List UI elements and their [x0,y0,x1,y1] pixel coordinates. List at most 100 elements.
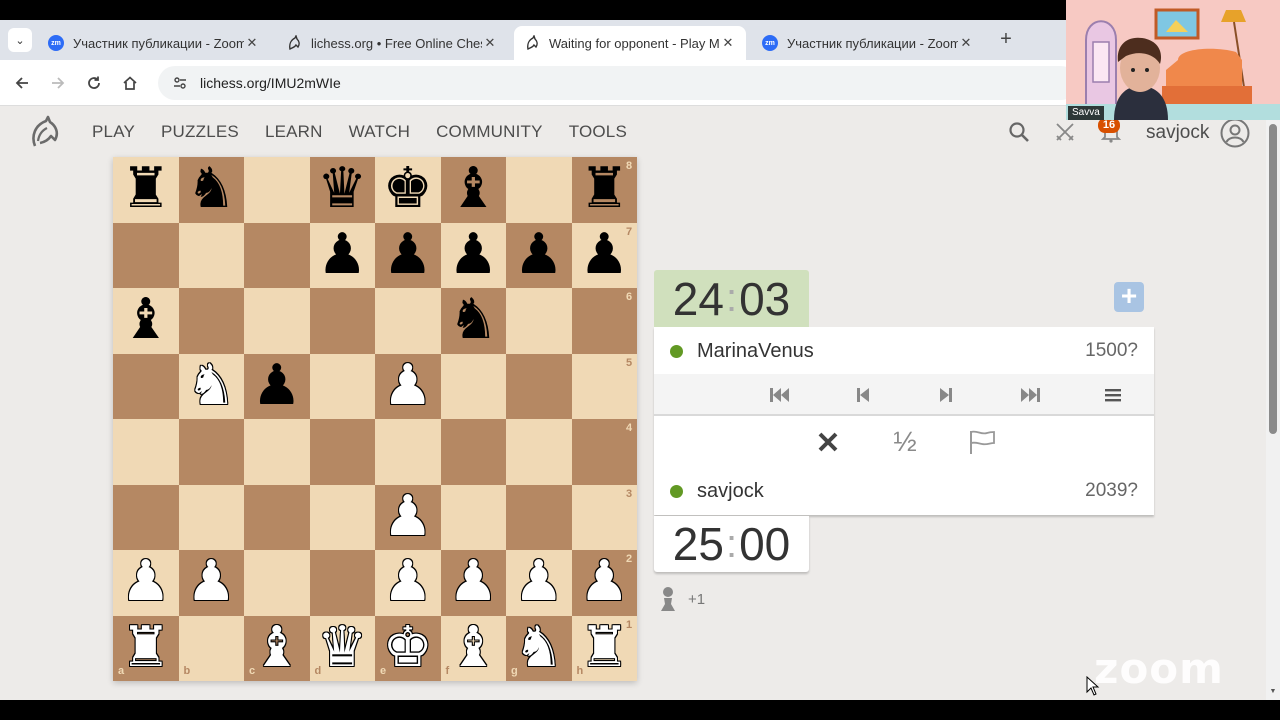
zoom-watermark: zoom [1094,644,1224,693]
opponent-name[interactable]: MarinaVenus [697,340,1085,363]
square-c3[interactable] [244,484,310,550]
lichess-logo[interactable] [26,114,62,150]
square-a5[interactable] [113,353,179,419]
white-pawn-e5[interactable]: ♟ [375,353,441,420]
white-pawn-g2[interactable]: ♟ [506,550,572,616]
square-c6[interactable] [244,288,310,354]
forward-icon[interactable] [46,71,70,95]
square-b6[interactable] [178,288,244,354]
game-controls: ½ [654,421,1154,463]
square-e4[interactable] [375,419,441,485]
square-f4[interactable] [440,419,506,485]
black-pawn-e7[interactable]: ♟ [375,222,441,289]
resign-flag-icon[interactable] [964,425,1000,459]
tab-search-button[interactable]: ⌄ [8,28,32,52]
tab-lichess-home[interactable]: lichess.org • Free Online Chess ✕ [276,26,508,60]
nav-puzzles[interactable]: PUZZLES [161,122,239,142]
close-icon[interactable]: ✕ [244,35,260,51]
white-pawn-e2[interactable]: ♟ [375,550,441,616]
square-g6[interactable] [506,288,572,354]
tab-zoom-1[interactable]: zm Участник публикации - Zoom ✕ [38,26,270,60]
player-name[interactable]: savjock [697,480,1085,503]
square-g3[interactable] [506,484,572,550]
search-icon[interactable] [1007,120,1031,144]
main-nav: PLAY PUZZLES LEARN WATCH COMMUNITY TOOLS [92,122,653,142]
black-queen-d8[interactable]: ♛ [310,157,376,223]
black-king-e8[interactable]: ♚ [375,157,441,223]
next-move-icon[interactable] [934,384,958,406]
nav-tools[interactable]: TOOLS [569,122,627,142]
square-f3[interactable] [440,484,506,550]
abort-game-icon[interactable] [810,425,846,459]
black-bishop-f8[interactable]: ♝ [441,157,507,223]
previous-move-icon[interactable] [851,384,875,406]
close-icon[interactable]: ✕ [958,35,974,51]
spectators: +1 [656,584,705,614]
square-f5[interactable] [440,353,506,419]
square-b3[interactable] [178,484,244,550]
zoom-icon: zm [48,35,64,51]
user-menu[interactable]: savjock [1146,122,1209,144]
square-g8[interactable] [506,157,572,223]
square-c7[interactable] [244,222,310,288]
scrollbar-thumb[interactable] [1269,124,1277,434]
black-pawn-d7[interactable]: ♟ [310,222,376,289]
square-e6[interactable] [375,288,441,354]
square-a4[interactable] [113,419,179,485]
square-a3[interactable] [113,484,179,550]
black-pawn-c5[interactable]: ♟ [244,353,310,420]
tab-title: Участник публикации - Zoom [787,35,958,51]
square-d6[interactable] [309,288,375,354]
nav-play[interactable]: PLAY [92,122,135,142]
square-b7[interactable] [178,222,244,288]
challenges-swords-icon[interactable] [1053,120,1077,144]
white-pawn-a2[interactable]: ♟ [113,550,179,616]
square-g5[interactable] [506,353,572,419]
square-d3[interactable] [309,484,375,550]
give-time-button[interactable]: + [1114,282,1144,312]
black-rook-a8[interactable]: ♜ [113,157,179,223]
page-scrollbar[interactable]: ▲ ▼ [1266,106,1280,700]
nav-learn[interactable]: LEARN [265,122,323,142]
square-d2[interactable] [309,550,375,616]
black-knight-b8[interactable]: ♞ [179,157,245,223]
white-pawn-e3[interactable]: ♟ [375,484,441,551]
square-c2[interactable] [244,550,310,616]
reload-icon[interactable] [82,71,106,95]
white-knight-b5[interactable]: ♞ [179,353,245,420]
black-pawn-g7[interactable]: ♟ [506,222,572,289]
square-c4[interactable] [244,419,310,485]
square-d5[interactable] [309,353,375,419]
user-avatar-icon[interactable] [1220,118,1250,148]
site-info-icon[interactable] [172,75,188,91]
white-pawn-b2[interactable]: ♟ [179,550,245,616]
last-move-icon[interactable] [1018,384,1042,406]
tab-zoom-2[interactable]: zm Участник публикации - Zoom ✕ [752,26,984,60]
home-icon[interactable] [118,71,142,95]
black-bishop-a6[interactable]: ♝ [113,288,179,354]
nav-community[interactable]: COMMUNITY [436,122,543,142]
black-pawn-f7[interactable]: ♟ [441,222,507,289]
square-b4[interactable] [178,419,244,485]
new-tab-button[interactable]: + [996,28,1016,52]
menu-icon[interactable] [1101,384,1125,406]
nav-watch[interactable]: WATCH [349,122,410,142]
address-bar[interactable]: lichess.org/IMU2mWIe [158,66,1078,100]
close-icon[interactable]: ✕ [720,35,736,51]
first-move-icon[interactable] [768,384,792,406]
white-bishop-f1[interactable]: ♝ [441,615,507,682]
close-icon[interactable]: ✕ [482,35,498,51]
square-d4[interactable] [309,419,375,485]
white-pawn-f2[interactable]: ♟ [441,550,507,616]
square-a7[interactable] [113,222,179,288]
back-icon[interactable] [10,71,34,95]
square-c8[interactable] [244,157,310,223]
offer-draw-button[interactable]: ½ [887,425,923,459]
tab-waiting-for-opponent[interactable]: Waiting for opponent - Play Ma ✕ [514,26,746,60]
square-g4[interactable] [506,419,572,485]
scroll-down-icon[interactable]: ▼ [1269,688,1277,696]
file-label: a [118,665,125,677]
player-rating: 2039? [1085,480,1138,501]
chess-board[interactable]: ♜ ♞ ♛ ♚ ♝ ♜ ♟ ♟ ♟ ♟ ♟ ♝ ♞ ♞ ♟ ♟ ♟ ♟ ♟ ♟ ♟ ♟ ♟ ♜ ♝ ♛ ♚ ♝ ♞ ♜ 8 7 6 5 4 3 2 1 a b… [113,157,637,681]
black-knight-f6[interactable]: ♞ [441,288,507,354]
